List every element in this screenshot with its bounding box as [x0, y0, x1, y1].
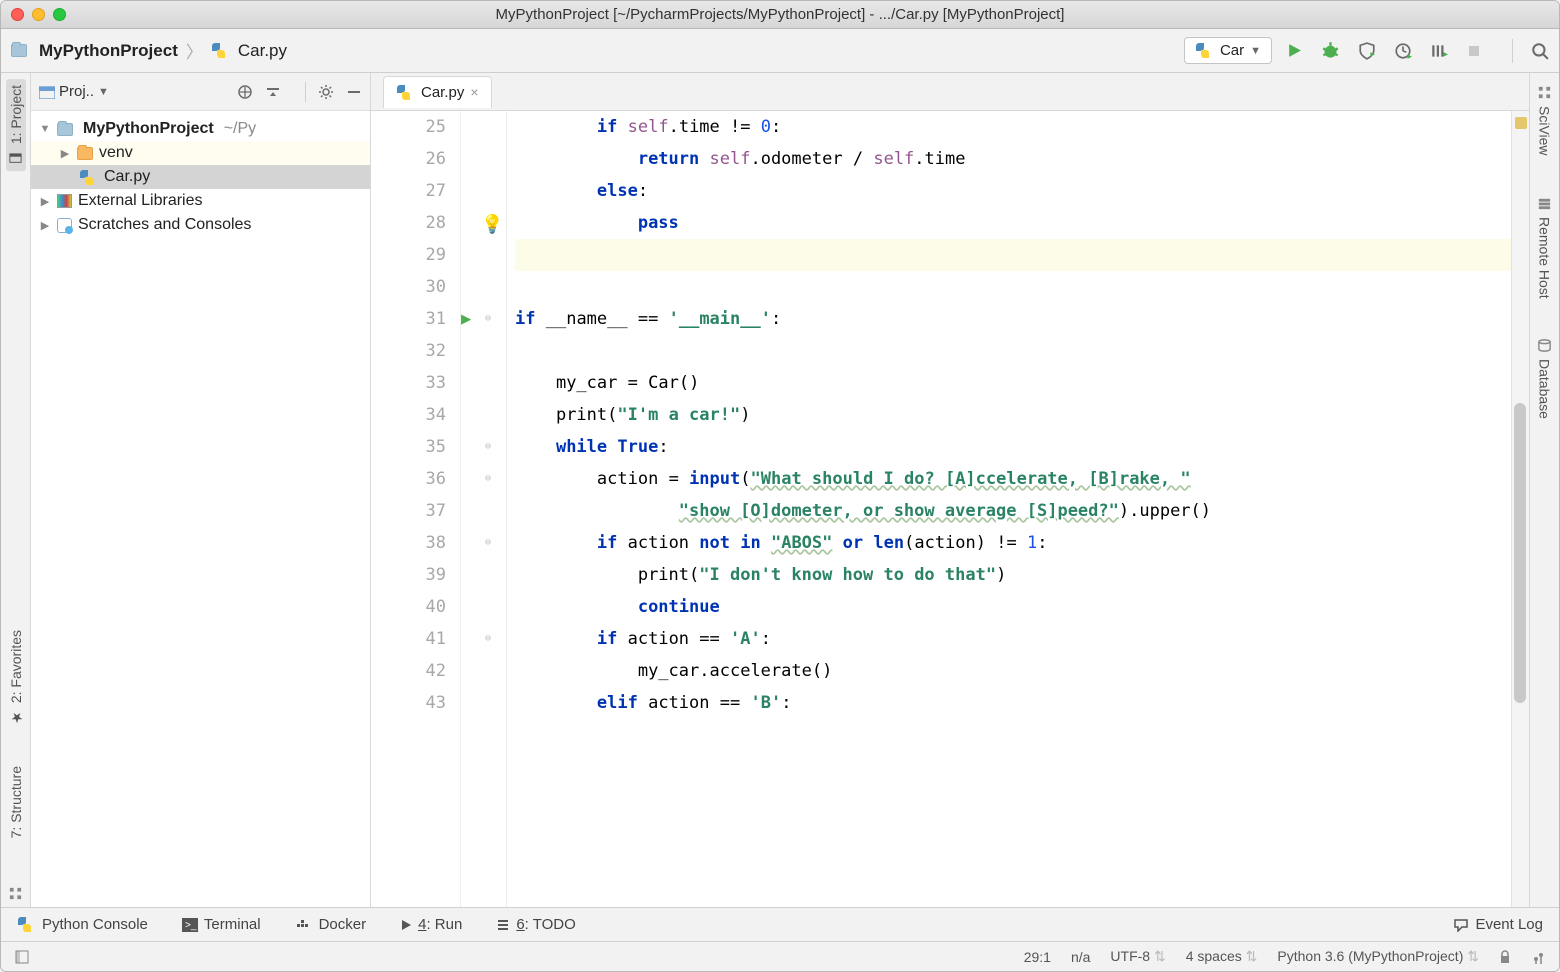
- status-interpreter[interactable]: Python 3.6 (MyPythonProject) ⇅: [1277, 948, 1479, 965]
- svg-text:>_: >_: [185, 920, 197, 931]
- tool-python-console[interactable]: Python Console: [17, 916, 148, 933]
- status-caret-position[interactable]: 29:1: [1024, 949, 1051, 965]
- folder-icon: [11, 44, 27, 57]
- fold-gutter[interactable]: 💡⊖⊖⊖⊖⊖: [483, 111, 507, 907]
- breadcrumb-file[interactable]: Car.py: [238, 41, 287, 61]
- project-tool-window: Proj..▼ ▼ MyPythonProject ~/Py ▶: [31, 73, 371, 907]
- inspector-icon[interactable]: [1531, 950, 1545, 964]
- ide-window: MyPythonProject [~/PycharmProjects/MyPyt…: [0, 0, 1560, 972]
- tool-windows-icon[interactable]: [15, 950, 29, 964]
- profile-button[interactable]: [1394, 42, 1412, 60]
- run-configuration-selector[interactable]: Car ▼: [1184, 37, 1272, 64]
- left-tool-stripe: 1: Project ★ 2: Favorites 7: Structure: [1, 73, 31, 907]
- tool-structure-tab[interactable]: 7: Structure: [6, 760, 26, 844]
- lock-icon[interactable]: [1499, 950, 1511, 964]
- editor-tab-car[interactable]: Car.py ×: [383, 76, 492, 108]
- run-gutter[interactable]: ▶: [461, 111, 483, 907]
- editor-area: Car.py × 2526272829303132333435363738394…: [371, 73, 1529, 907]
- titlebar: MyPythonProject [~/PycharmProjects/MyPyt…: [1, 1, 1559, 29]
- editor-body[interactable]: 25262728293031323334353637383940414243 ▶…: [371, 111, 1529, 907]
- run-config-label: Car: [1220, 42, 1244, 59]
- library-icon: [57, 194, 72, 208]
- line-number-gutter[interactable]: 25262728293031323334353637383940414243: [371, 111, 461, 907]
- statusbar: 29:1 n/a UTF-8 ⇅ 4 spaces ⇅ Python 3.6 (…: [1, 941, 1559, 971]
- project-tree[interactable]: ▼ MyPythonProject ~/Py ▶ venv Car.py ▶ E…: [31, 111, 370, 243]
- window-controls: [11, 8, 66, 21]
- run-button[interactable]: [1286, 42, 1303, 59]
- tool-remote-host-tab[interactable]: Remote Host: [1535, 190, 1555, 305]
- scratches-icon: [57, 218, 72, 233]
- close-icon[interactable]: [11, 8, 24, 21]
- bottom-tool-stripe: Python Console >_Terminal Docker 4: Run …: [1, 907, 1559, 941]
- python-file-icon: [1195, 43, 1210, 58]
- breadcrumb: MyPythonProject 〉 Car.py: [11, 38, 287, 63]
- editor-tabs: Car.py ×: [371, 73, 1529, 111]
- maximize-icon[interactable]: [53, 8, 66, 21]
- tool-favorites-tab[interactable]: ★ 2: Favorites: [6, 624, 26, 731]
- window-title: MyPythonProject [~/PycharmProjects/MyPyt…: [496, 6, 1065, 23]
- main-area: 1: Project ★ 2: Favorites 7: Structure P…: [1, 73, 1559, 907]
- code-area[interactable]: if self.time != 0: return self.odometer …: [507, 111, 1511, 907]
- breadcrumb-project[interactable]: MyPythonProject: [39, 41, 178, 61]
- python-file-icon: [79, 170, 94, 185]
- stop-button: [1466, 43, 1482, 59]
- status-encoding[interactable]: UTF-8 ⇅: [1110, 948, 1165, 965]
- hide-icon[interactable]: [346, 82, 362, 102]
- run-actions: [1286, 39, 1549, 63]
- minimize-icon[interactable]: [32, 8, 45, 21]
- close-icon[interactable]: ×: [470, 84, 478, 100]
- tool-database-tab[interactable]: Database: [1535, 332, 1555, 425]
- tree-root[interactable]: ▼ MyPythonProject ~/Py: [31, 117, 370, 141]
- tool-docker[interactable]: Docker: [295, 916, 367, 933]
- tree-external-libraries[interactable]: ▶ External Libraries: [31, 189, 370, 213]
- folder-icon: [57, 123, 73, 136]
- tree-scratches[interactable]: ▶ Scratches and Consoles: [31, 213, 370, 237]
- right-tool-stripe: SciView Remote Host Database: [1529, 73, 1559, 907]
- status-indent[interactable]: 4 spaces ⇅: [1186, 948, 1258, 965]
- project-panel-header: Proj..▼: [31, 73, 370, 111]
- separator: [305, 82, 306, 102]
- collapse-all-icon[interactable]: [265, 82, 281, 102]
- debug-button[interactable]: [1321, 41, 1340, 60]
- tool-terminal[interactable]: >_Terminal: [182, 916, 261, 933]
- tree-item-venv[interactable]: ▶ venv: [31, 141, 370, 165]
- tool-run[interactable]: 4: Run: [400, 916, 462, 933]
- status-git[interactable]: n/a: [1071, 949, 1090, 965]
- breadcrumb-separator: 〉: [186, 38, 203, 63]
- scroll-from-source-icon[interactable]: [237, 82, 253, 102]
- navigation-toolbar: MyPythonProject 〉 Car.py Car ▼: [1, 29, 1559, 73]
- toolbar-separator: [1512, 39, 1513, 63]
- project-panel-title[interactable]: Proj..▼: [39, 83, 227, 100]
- coverage-button[interactable]: [1358, 42, 1376, 60]
- concurrency-button[interactable]: [1430, 42, 1448, 60]
- python-file-icon: [396, 85, 411, 100]
- search-button[interactable]: [1531, 42, 1549, 60]
- editor-scrollbar[interactable]: [1511, 111, 1529, 907]
- scroll-thumb[interactable]: [1514, 403, 1526, 703]
- tool-sciview-tab[interactable]: SciView: [1535, 79, 1555, 162]
- tool-project-tab[interactable]: 1: Project: [6, 79, 26, 171]
- tool-window-layout-icon[interactable]: [8, 886, 23, 901]
- tool-todo[interactable]: 6: TODO: [496, 916, 575, 933]
- folder-icon: [77, 147, 93, 160]
- python-file-icon: [211, 43, 226, 58]
- warning-marker[interactable]: [1515, 117, 1527, 129]
- chevron-down-icon: ▼: [1250, 45, 1261, 57]
- tool-event-log[interactable]: Event Log: [1453, 916, 1543, 933]
- gear-icon[interactable]: [318, 82, 334, 102]
- tree-item-car-py[interactable]: Car.py: [31, 165, 370, 189]
- python-icon: [17, 917, 32, 932]
